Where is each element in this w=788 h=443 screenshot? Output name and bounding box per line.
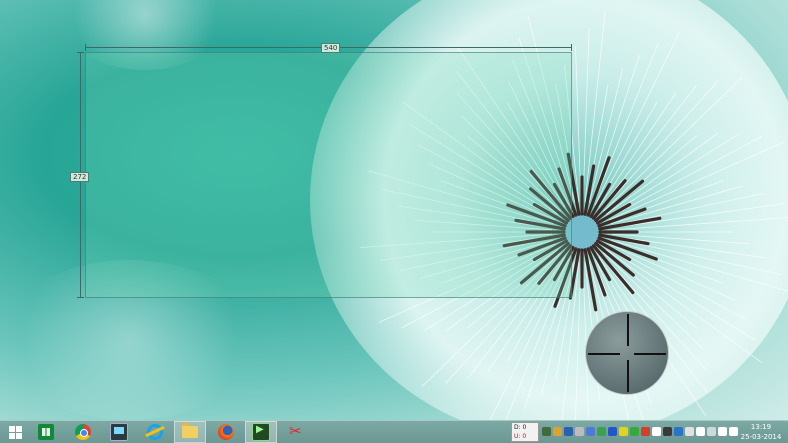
tray-icon[interactable] — [586, 427, 595, 436]
tray-icon[interactable] — [608, 427, 617, 436]
firefox-icon — [218, 424, 234, 440]
crosshair — [627, 314, 629, 346]
windows-logo-icon — [8, 425, 22, 439]
dandelion-ray — [608, 245, 747, 320]
ie-icon — [147, 424, 163, 440]
dandelion-ray — [607, 133, 740, 217]
clock-time: 13:19 — [750, 423, 772, 431]
computer-icon — [110, 423, 128, 441]
download-rate: D: 0 — [514, 424, 527, 431]
capture-width-label: 540 — [321, 43, 341, 53]
crosshair — [588, 353, 620, 355]
crosshair — [634, 353, 666, 355]
tray-icon[interactable] — [718, 427, 727, 436]
crosshair — [627, 360, 629, 392]
network-meter[interactable]: D: 0 U: 0 — [511, 422, 539, 442]
dandelion-ray — [606, 132, 719, 215]
taskbar-app-computer[interactable] — [103, 421, 135, 443]
store-icon — [38, 424, 54, 440]
clock-date: 25-03-2014 — [740, 433, 782, 441]
folder-icon — [182, 423, 198, 438]
start-button[interactable] — [4, 423, 26, 441]
tray-icon[interactable] — [619, 427, 628, 436]
tray-icon[interactable] — [729, 427, 738, 436]
dandelion-ray — [598, 92, 677, 208]
tray-icon[interactable] — [641, 427, 650, 436]
dandelion-ray — [575, 261, 582, 420]
dandelion-ray — [609, 141, 785, 221]
tray-icon[interactable] — [663, 427, 672, 436]
system-tray — [542, 425, 738, 439]
media-icon — [252, 423, 270, 441]
tray-icon[interactable] — [553, 427, 562, 436]
chrome-icon — [75, 424, 91, 440]
taskbar-app-store[interactable] — [30, 421, 62, 443]
tray-icon[interactable] — [575, 427, 584, 436]
capture-region[interactable] — [85, 52, 572, 298]
taskbar-app-ie[interactable] — [139, 421, 171, 443]
tray-icon[interactable] — [685, 427, 694, 436]
tray-icon[interactable] — [564, 427, 573, 436]
taskbar-app-chrome[interactable] — [67, 421, 99, 443]
taskbar-app-firefox[interactable] — [210, 421, 242, 443]
tray-icon[interactable] — [707, 427, 716, 436]
tray-icon[interactable] — [630, 427, 639, 436]
tray-icon[interactable] — [696, 427, 705, 436]
taskbar-app-media[interactable] — [245, 421, 277, 443]
tray-icon[interactable] — [542, 427, 551, 436]
dandelion-ray — [600, 85, 697, 209]
taskbar-app-snipping[interactable] — [281, 421, 313, 443]
scissors-icon — [289, 422, 305, 440]
taskbar-clock[interactable]: 13:19 25-03-2014 — [738, 422, 784, 442]
magnifier-loupe — [585, 311, 669, 395]
tray-icon[interactable] — [597, 427, 606, 436]
taskbar: D: 0 U: 0 13:19 25-03-2014 — [0, 420, 788, 443]
capture-height-label: 272 — [70, 172, 90, 182]
tray-icon[interactable] — [674, 427, 683, 436]
taskbar-app-explorer[interactable] — [174, 421, 206, 443]
upload-rate: U: 0 — [514, 433, 527, 440]
tray-icon[interactable] — [652, 427, 661, 436]
